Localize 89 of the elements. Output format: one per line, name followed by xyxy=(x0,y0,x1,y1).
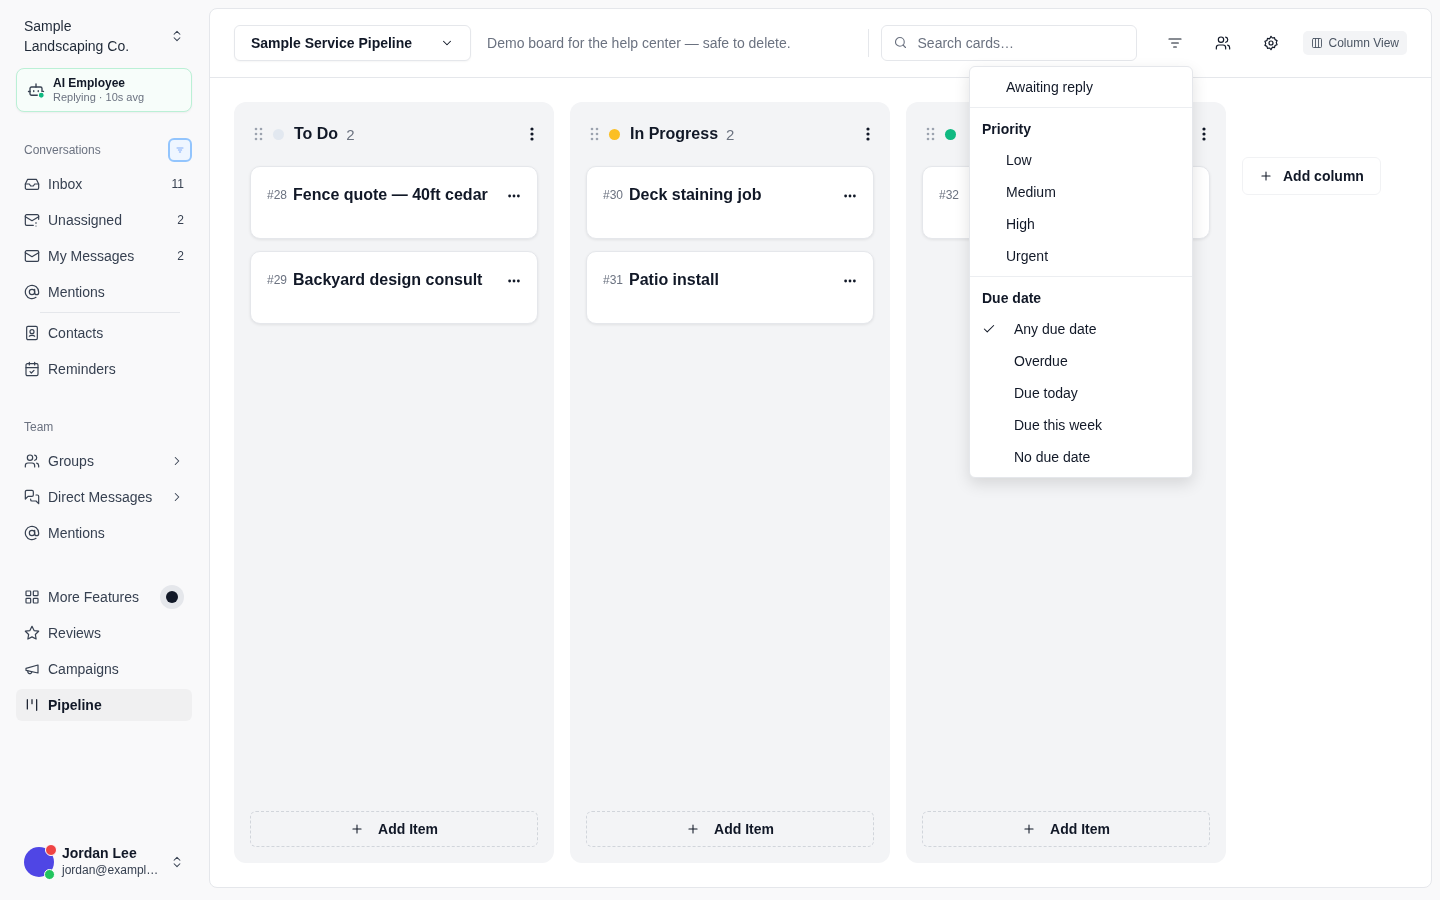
more-vertical-icon xyxy=(1202,127,1206,141)
bars-icon xyxy=(24,697,40,713)
add-item-button[interactable]: Add Item xyxy=(586,811,874,847)
sidebar-item[interactable]: Reviews xyxy=(16,617,192,649)
card-number: #28 xyxy=(267,188,288,202)
column-title: To Do xyxy=(294,125,339,143)
user-email: jordan@exampl… xyxy=(62,862,159,878)
card-count: 2 xyxy=(346,125,355,143)
envelope-icon xyxy=(24,212,40,228)
contact-card-icon xyxy=(24,325,40,341)
menu-item[interactable]: Overdue xyxy=(970,345,1192,377)
more-vertical-icon xyxy=(530,127,534,141)
column-title: In Progress xyxy=(630,125,719,143)
search-icon xyxy=(892,35,908,50)
view-button[interactable]: Column View xyxy=(1302,31,1407,55)
search-field[interactable]: Search cards… xyxy=(880,25,1137,61)
card-number: #31 xyxy=(603,273,624,287)
plus-icon xyxy=(686,822,701,836)
sidebar-item[interactable]: Direct Messages xyxy=(16,481,192,513)
chat-bubbles-icon xyxy=(24,489,40,505)
section-label: Conversations xyxy=(24,143,101,157)
people-icon xyxy=(24,453,40,469)
menu-item[interactable]: Medium xyxy=(970,176,1192,208)
card-number: #30 xyxy=(603,188,624,202)
card[interactable]: #28 Fence quote — 40ft cedar xyxy=(250,166,538,239)
at-sign-icon xyxy=(24,284,40,300)
board-description: Demo board for the help center — safe to delete. xyxy=(487,35,791,51)
at-sign-icon xyxy=(24,525,40,541)
menu-heading: Due date xyxy=(981,289,1043,308)
sidebar-item[interactable]: Unassigned 2 xyxy=(16,204,192,236)
workspace-name: Sample Landscaping Co. xyxy=(24,17,131,56)
menu-item[interactable]: High xyxy=(970,208,1192,240)
sidebar-item[interactable]: Groups xyxy=(16,445,192,477)
card-number: #32 xyxy=(939,188,960,202)
grid-icon xyxy=(24,589,40,605)
add-column-button[interactable]: Add column xyxy=(1242,157,1381,195)
sidebar-item[interactable]: Mentions xyxy=(16,276,192,308)
menu-item[interactable]: Due this week xyxy=(970,409,1192,441)
more-vertical-icon xyxy=(866,127,870,141)
menu-item[interactable]: No due date xyxy=(970,441,1192,473)
megaphone-icon xyxy=(24,661,40,677)
menu-item[interactable]: Awaiting reply xyxy=(970,71,1192,103)
drag-handle-icon xyxy=(590,127,599,141)
pipeline-dropdown[interactable]: Sample Service Pipeline xyxy=(234,25,472,61)
settings-icon xyxy=(1262,35,1279,51)
sidebar-item[interactable]: My Messages 2 xyxy=(16,240,192,272)
card-title: Backyard design consult xyxy=(293,270,484,290)
plus-icon xyxy=(1259,169,1273,183)
menu-heading: Priority xyxy=(981,120,1032,139)
card-title: Patio install xyxy=(629,270,720,290)
envelope-icon xyxy=(24,248,40,264)
plus-icon xyxy=(1022,822,1037,836)
status-dot-icon xyxy=(160,585,184,609)
card[interactable]: #31 Patio install xyxy=(586,251,874,324)
menu-item[interactable]: Due today xyxy=(970,377,1192,409)
drag-handle-icon xyxy=(254,127,263,141)
card-number: #29 xyxy=(267,273,288,287)
filter-icon xyxy=(1166,35,1183,51)
plus-icon xyxy=(350,822,365,836)
menu-item[interactable]: Urgent xyxy=(970,240,1192,272)
sidebar-item[interactable]: Contacts xyxy=(16,317,192,349)
sidebar-item[interactable]: Inbox 11 xyxy=(16,168,192,200)
star-icon xyxy=(24,625,40,641)
sidebar-item[interactable]: More Features xyxy=(16,581,192,613)
drag-handle-icon xyxy=(926,127,935,141)
card[interactable]: #29 Backyard design consult xyxy=(250,251,538,324)
card-count: 2 xyxy=(726,125,735,143)
card-title: Fence quote — 40ft cedar xyxy=(293,185,489,205)
more-icon xyxy=(507,278,521,284)
add-item-button[interactable]: Add Item xyxy=(922,811,1210,847)
sidebar-item[interactable]: Campaigns xyxy=(16,653,192,685)
calendar-icon xyxy=(24,361,40,377)
menu-item[interactable]: Low xyxy=(970,144,1192,176)
more-icon xyxy=(507,193,521,199)
sidebar-item[interactable]: Mentions xyxy=(16,517,192,549)
user-name: Jordan Lee xyxy=(62,845,138,862)
menu-item[interactable]: Any due date xyxy=(970,313,1192,345)
people-icon xyxy=(1214,35,1231,51)
section-label: Team xyxy=(24,420,54,434)
ai-status-card[interactable]: AI Employee Replying · 10s avg xyxy=(16,68,192,112)
card-title: Deck staining job xyxy=(629,185,763,205)
columns-icon xyxy=(1310,37,1323,49)
inbox-icon xyxy=(24,176,40,192)
add-item-button[interactable]: Add Item xyxy=(250,811,538,847)
more-icon xyxy=(843,193,857,199)
sidebar-item[interactable]: Reminders xyxy=(16,353,192,385)
card[interactable]: #30 Deck staining job xyxy=(586,166,874,239)
more-icon xyxy=(843,278,857,284)
sidebar-item[interactable]: Pipeline xyxy=(16,689,192,721)
